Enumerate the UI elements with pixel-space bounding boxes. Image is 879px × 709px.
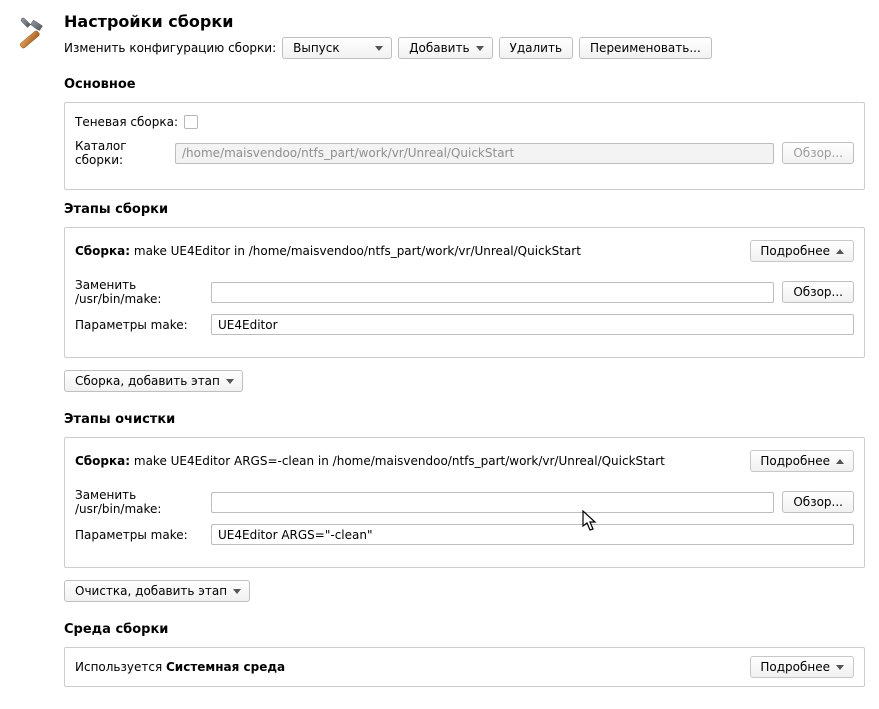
build-details-label: Подробнее [760,244,830,258]
build-dir-label: Каталог сборки: [75,139,167,167]
chevron-down-icon [476,46,484,51]
clean-details-button[interactable]: Подробнее [750,450,854,472]
chevron-down-icon [226,379,234,384]
env-text: Используется Системная среда [75,660,285,674]
clean-replace-make-input[interactable] [211,492,774,513]
chevron-down-icon [836,665,844,670]
clean-step-header-desc: make UE4Editor ARGS=-clean in /home/mais… [134,454,665,468]
panel-clean-step: Сборка: make UE4Editor ARGS=-clean in /h… [64,437,865,568]
clean-make-params-input[interactable] [211,524,854,545]
build-step-header-label: Сборка: [75,244,130,258]
build-details-button[interactable]: Подробнее [750,240,854,262]
chevron-down-icon [375,46,383,51]
page-title: Настройки сборки [64,12,865,31]
add-config-label: Добавить [409,41,469,55]
clean-replace-make-browse-button[interactable]: Обзор... [782,491,854,513]
env-text-bold: Системная среда [166,660,285,674]
add-config-button[interactable]: Добавить [398,37,492,59]
panel-main: Теневая сборка: Каталог сборки: Обзор... [64,102,865,190]
section-main-title: Основное [64,77,865,92]
config-label: Изменить конфигурацию сборки: [64,41,276,55]
build-replace-make-label: Заменить /usr/bin/make: [75,278,203,306]
clean-replace-make-label: Заменить /usr/bin/make: [75,488,203,516]
shadow-build-checkbox[interactable] [184,115,198,129]
env-text-prefix: Используется [75,660,166,674]
chevron-up-icon [836,459,844,464]
section-env-title: Среда сборки [64,622,865,637]
build-dir-browse-button: Обзор... [782,142,854,164]
delete-config-button[interactable]: Удалить [499,37,574,59]
build-replace-make-browse-button[interactable]: Обзор... [782,281,854,303]
shadow-build-label: Теневая сборка: [75,115,178,129]
chevron-up-icon [836,249,844,254]
add-build-step-button[interactable]: Сборка, добавить этап [64,370,243,392]
config-select-value: Выпуск [293,41,340,55]
clean-step-header: Сборка: make UE4Editor ARGS=-clean in /h… [75,454,665,468]
panel-build-step: Сборка: make UE4Editor in /home/maisvend… [64,227,865,358]
config-select[interactable]: Выпуск [282,37,392,59]
section-clean-title: Этапы очистки [64,412,865,427]
build-replace-make-input[interactable] [211,282,774,303]
build-make-params-input[interactable] [211,314,854,335]
rename-config-button[interactable]: Переименовать... [579,37,712,59]
build-dir-input [175,143,774,164]
add-build-step-label: Сборка, добавить этап [75,374,220,388]
clean-details-label: Подробнее [760,454,830,468]
hammer-icon [14,14,50,50]
chevron-down-icon [233,589,241,594]
env-details-button[interactable]: Подробнее [750,656,854,678]
build-step-header: Сборка: make UE4Editor in /home/maisvend… [75,244,581,258]
panel-env: Используется Системная среда Подробнее [64,647,865,687]
add-clean-step-label: Очистка, добавить этап [75,584,227,598]
clean-make-params-label: Параметры make: [75,528,203,542]
build-step-header-desc: make UE4Editor in /home/maisvendoo/ntfs_… [134,244,581,258]
env-details-label: Подробнее [760,660,830,674]
add-clean-step-button[interactable]: Очистка, добавить этап [64,580,250,602]
config-bar: Изменить конфигурацию сборки: Выпуск Доб… [64,37,865,59]
build-make-params-label: Параметры make: [75,318,203,332]
clean-step-header-label: Сборка: [75,454,130,468]
section-build-title: Этапы сборки [64,202,865,217]
